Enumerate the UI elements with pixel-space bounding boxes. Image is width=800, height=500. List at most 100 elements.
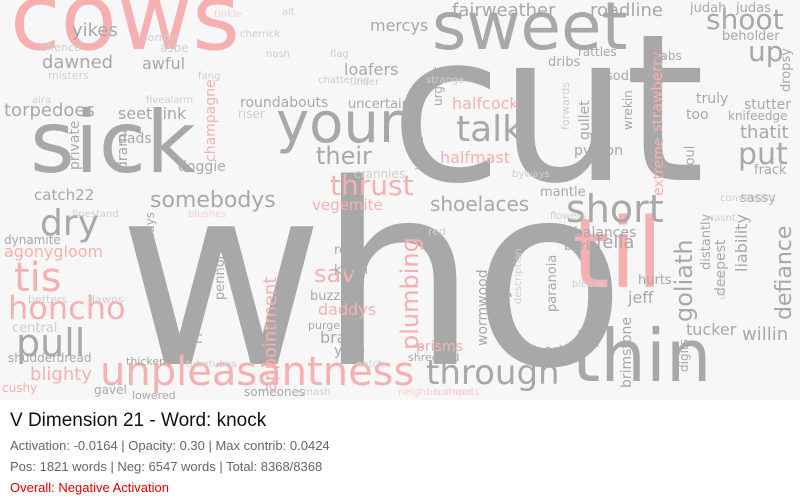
word-fang: alt (282, 7, 295, 18)
word-champagne: champagne (203, 79, 219, 162)
word-knifeedge: knifeedge (728, 109, 788, 123)
dimension-title: V Dimension 21 - Word: knock (10, 410, 267, 431)
word-misters: misters (48, 69, 89, 82)
word-tinkle: bleeds (572, 279, 605, 290)
word-nosh: cherrick (240, 29, 281, 40)
word-frack: frack (754, 163, 787, 178)
word-dynamite: dynamite (4, 233, 61, 247)
word-betters: betters (28, 293, 68, 306)
word-burl: burl (564, 239, 590, 254)
word-fairweather: fairweather (452, 0, 556, 21)
word-jeff: jeff (628, 288, 654, 307)
overall-activation: Overall: Negative Activation (10, 480, 169, 495)
word-blushes: blushes (188, 209, 227, 220)
word-seethink: seethink (118, 104, 187, 123)
word-central: central (12, 321, 58, 336)
word-catch22: catch22 (34, 186, 95, 204)
word-plumbing: plumbing (396, 237, 424, 350)
word-appointment: appointment (260, 276, 281, 392)
word-shudderdread: shudderdread (8, 351, 92, 365)
word-awful: awful (142, 54, 186, 73)
word-crannies: crannies (354, 167, 406, 181)
word-voting: voting (411, 135, 424, 170)
word-fivealarm: fivealarm (146, 95, 194, 106)
word-red: red (428, 225, 447, 238)
word-tucker: tucker (686, 320, 737, 339)
word-blighty: blighty (30, 364, 92, 385)
word-arts: arts (544, 343, 572, 359)
word-brimstone: brimstone (619, 316, 635, 388)
word-strange: chattering (318, 75, 370, 86)
word-scissors: flag (330, 49, 349, 60)
word-daddys: daddys (318, 300, 377, 319)
word-yikes: yikes (72, 20, 118, 41)
word-someones: someones (244, 385, 306, 399)
word-neighbourhood: smash (298, 387, 331, 398)
word-afoul: afoul (683, 145, 698, 178)
word-rede: rede (334, 243, 364, 258)
word-halfmast: halfmast (440, 148, 511, 167)
word-dawns: dawns (88, 293, 124, 306)
word-rec: rec (178, 328, 203, 347)
word-mercys: mercys (370, 16, 429, 35)
word-paranoia: paranoia (545, 254, 560, 312)
word-lowered: lowered (132, 389, 176, 400)
word-sods: sods (606, 69, 636, 84)
word-holidays: holidays (143, 212, 157, 262)
word-byways: forwards (559, 82, 572, 130)
word-mantle: mantle (540, 185, 586, 200)
word-drama: drama (115, 124, 131, 170)
word-liability: liability (732, 214, 751, 272)
word-rattles: rattles (578, 45, 617, 59)
word-beholder: beholder (722, 29, 780, 44)
word-purge: purge (308, 319, 341, 332)
word-hurts: hurts (638, 273, 672, 288)
word-judah: judah (690, 1, 727, 16)
info-panel: V Dimension 21 - Word: knock Activation:… (10, 408, 790, 495)
word-judas: judas (736, 1, 771, 16)
word-too: too (686, 107, 709, 123)
word-tubetubes: natch (356, 359, 385, 370)
word-truly: truly (696, 91, 729, 107)
word-cushy: cushy (2, 381, 38, 395)
word-wormwood: wormwood (475, 269, 491, 346)
word-digits: digits (677, 339, 691, 372)
word-yore: yore (334, 343, 365, 359)
word-buzzard: buzzard (310, 289, 362, 304)
word-cherrick: tinkle (214, 9, 242, 20)
word-bleeds: description (513, 248, 524, 304)
word-balances: balances (574, 225, 637, 241)
word-aira: aira (32, 95, 52, 106)
word-charybdis: charybdis (492, 250, 513, 338)
word-counts: Pos: 1821 words | Neg: 6547 words | Tota… (10, 459, 323, 474)
word-doggie: doggie (178, 159, 226, 175)
word-offence: offence (40, 41, 81, 54)
word-flowers: flowers (550, 211, 587, 222)
word-natch: byways (512, 169, 550, 180)
word-defiance: defiance (772, 225, 797, 320)
word-tis: tis (14, 255, 62, 301)
activation-stats: Activation: -0.0164 | Opacity: 0.30 | Ma… (10, 438, 330, 453)
word-talk: talk (456, 109, 524, 150)
word-cloud: cows who cut sick sweet your thin til un… (0, 0, 800, 400)
word-uncertain: uncertain (348, 97, 410, 112)
word-flag: fang (198, 71, 221, 82)
word-alt: nosh (266, 49, 291, 60)
word-their: their (316, 142, 372, 170)
word-convention: tubetubes (186, 359, 237, 370)
word-halfcock: halfcock (452, 94, 519, 113)
word-unsaid: wasnt (706, 213, 736, 224)
word-gavel: gavel (94, 383, 127, 397)
word-vegemite: vegemite (312, 196, 383, 214)
word-gullet: gullet (577, 100, 593, 140)
word-dropsy: dropsy (779, 48, 794, 92)
word-wrekin: wrekin (621, 90, 635, 130)
word-riser: riser (238, 107, 265, 121)
word-khazi: khazi (334, 263, 369, 278)
word-strawberry: strawberry (648, 50, 666, 132)
word-union: union (596, 106, 614, 148)
word-drabs: drabs (648, 49, 682, 63)
word-goliath: goliath (670, 239, 698, 322)
word-chattering: trumpets (434, 387, 480, 398)
word-description: unsaid (717, 266, 728, 300)
